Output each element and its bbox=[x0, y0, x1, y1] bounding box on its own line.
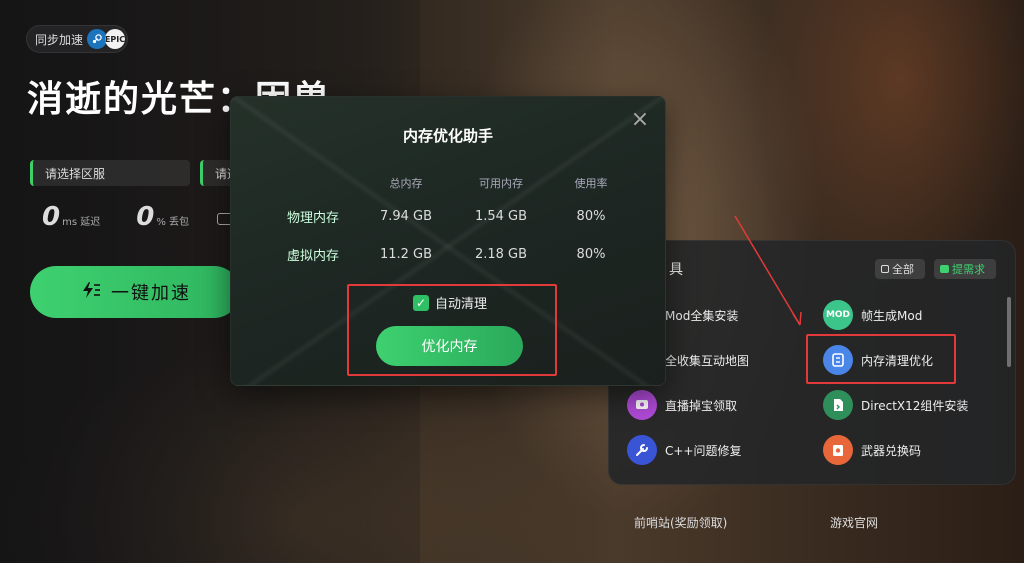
submit-request-label: 提需求 bbox=[952, 263, 985, 276]
region-select[interactable]: 请选择区服 bbox=[30, 160, 190, 186]
packet-loss-stat: 0 % 丢包 bbox=[136, 202, 189, 232]
submit-request-button[interactable]: 提需求 bbox=[934, 259, 996, 279]
row-available: 1.54 GB bbox=[474, 208, 528, 224]
network-stats: 0 ms 延迟 0 % 丢包 bbox=[42, 202, 234, 232]
table-row: 物理内存 7.94 GB 1.54 GB 80% bbox=[271, 197, 631, 235]
optimize-memory-button[interactable]: 优化内存 bbox=[376, 326, 523, 366]
row-available: 2.18 GB bbox=[474, 246, 528, 262]
live-drop-icon bbox=[627, 390, 657, 420]
auto-clean-label: 自动清理 bbox=[435, 297, 488, 312]
row-total: 7.94 GB bbox=[379, 208, 433, 224]
latency-unit: ms 延迟 bbox=[62, 217, 101, 228]
outpost-reward-link[interactable]: 前哨站(奖励领取) bbox=[634, 514, 727, 531]
request-icon bbox=[940, 265, 949, 273]
memory-table: 总内存 可用内存 使用率 物理内存 7.94 GB 1.54 GB 80% 虚拟… bbox=[271, 173, 631, 273]
row-usage: 80% bbox=[576, 246, 606, 262]
tools-scrollbar[interactable] bbox=[1007, 297, 1011, 367]
tool-mod-install-label: Mod全集安装 bbox=[665, 308, 739, 323]
tool-frame-gen-mod[interactable]: MOD 帧生成Mod bbox=[823, 300, 922, 330]
region-selector-row: 请选择区服 请选 bbox=[30, 160, 240, 186]
row-name: 虚拟内存 bbox=[287, 248, 340, 264]
one-click-accelerate-button[interactable]: 一键加速 bbox=[30, 266, 240, 318]
tool-live-drop[interactable]: 直播掉宝领取 bbox=[627, 390, 737, 420]
tool-weapon-code-label: 武器兑换码 bbox=[861, 443, 922, 458]
latency-value: 0 bbox=[42, 202, 61, 232]
filter-all-button[interactable]: 全部 bbox=[875, 259, 925, 279]
row-name: 物理内存 bbox=[287, 210, 340, 226]
epic-icon: EPIC bbox=[105, 29, 125, 49]
grid-icon bbox=[881, 265, 889, 273]
tool-directx12-label: DirectX12组件安装 bbox=[861, 398, 969, 413]
sync-accelerate-badge[interactable]: 同步加速 EPIC bbox=[26, 25, 128, 53]
mod-frame-icon: MOD bbox=[823, 300, 853, 330]
tool-interactive-map-label: 全收集互动地图 bbox=[665, 353, 750, 368]
region-select-label: 请选择区服 bbox=[45, 166, 106, 181]
tool-cpp-fix[interactable]: C++问题修复 bbox=[627, 435, 742, 465]
tools-panel-title: 具 bbox=[669, 262, 683, 278]
accelerate-label: 一键加速 bbox=[111, 283, 191, 304]
header-total: 总内存 bbox=[389, 177, 423, 190]
bolt-icon bbox=[79, 281, 101, 304]
tool-frame-gen-mod-label: 帧生成Mod bbox=[861, 308, 923, 323]
latency-stat: 0 ms 延迟 bbox=[42, 202, 100, 232]
row-usage: 80% bbox=[576, 208, 606, 224]
dialog-title: 内存优化助手 bbox=[402, 127, 493, 145]
checkbox-checked-icon[interactable]: ✓ bbox=[413, 294, 429, 311]
memory-optimizer-dialog: 内存优化助手 × 总内存 可用内存 使用率 物理内存 7.94 GB 1.54 … bbox=[230, 96, 666, 386]
filter-all-label: 全部 bbox=[892, 263, 914, 276]
tool-directx12[interactable]: DirectX12组件安装 bbox=[823, 390, 968, 420]
header-usage: 使用率 bbox=[574, 177, 608, 190]
weapon-code-icon bbox=[823, 435, 853, 465]
row-total: 11.2 GB bbox=[379, 246, 433, 262]
table-row: 虚拟内存 11.2 GB 2.18 GB 80% bbox=[271, 235, 631, 273]
optimize-memory-label: 优化内存 bbox=[421, 339, 478, 355]
packet-loss-unit: % 丢包 bbox=[156, 217, 190, 228]
auto-clean-toggle[interactable]: ✓ 自动清理 bbox=[413, 293, 487, 312]
tool-weapon-code[interactable]: 武器兑换码 bbox=[823, 435, 921, 465]
official-site-link[interactable]: 游戏官网 bbox=[830, 514, 878, 531]
highlight-box-memory-clean bbox=[806, 334, 956, 384]
memory-table-header: 总内存 可用内存 使用率 bbox=[271, 173, 631, 193]
close-icon[interactable]: × bbox=[629, 109, 651, 131]
packet-loss-value: 0 bbox=[136, 202, 155, 232]
tool-cpp-fix-label: C++问题修复 bbox=[665, 443, 742, 458]
sync-accelerate-label: 同步加速 bbox=[35, 32, 84, 47]
cpp-fix-icon bbox=[627, 435, 657, 465]
tool-live-drop-label: 直播掉宝领取 bbox=[665, 398, 738, 413]
header-available: 可用内存 bbox=[479, 177, 523, 190]
directx-icon bbox=[823, 390, 853, 420]
